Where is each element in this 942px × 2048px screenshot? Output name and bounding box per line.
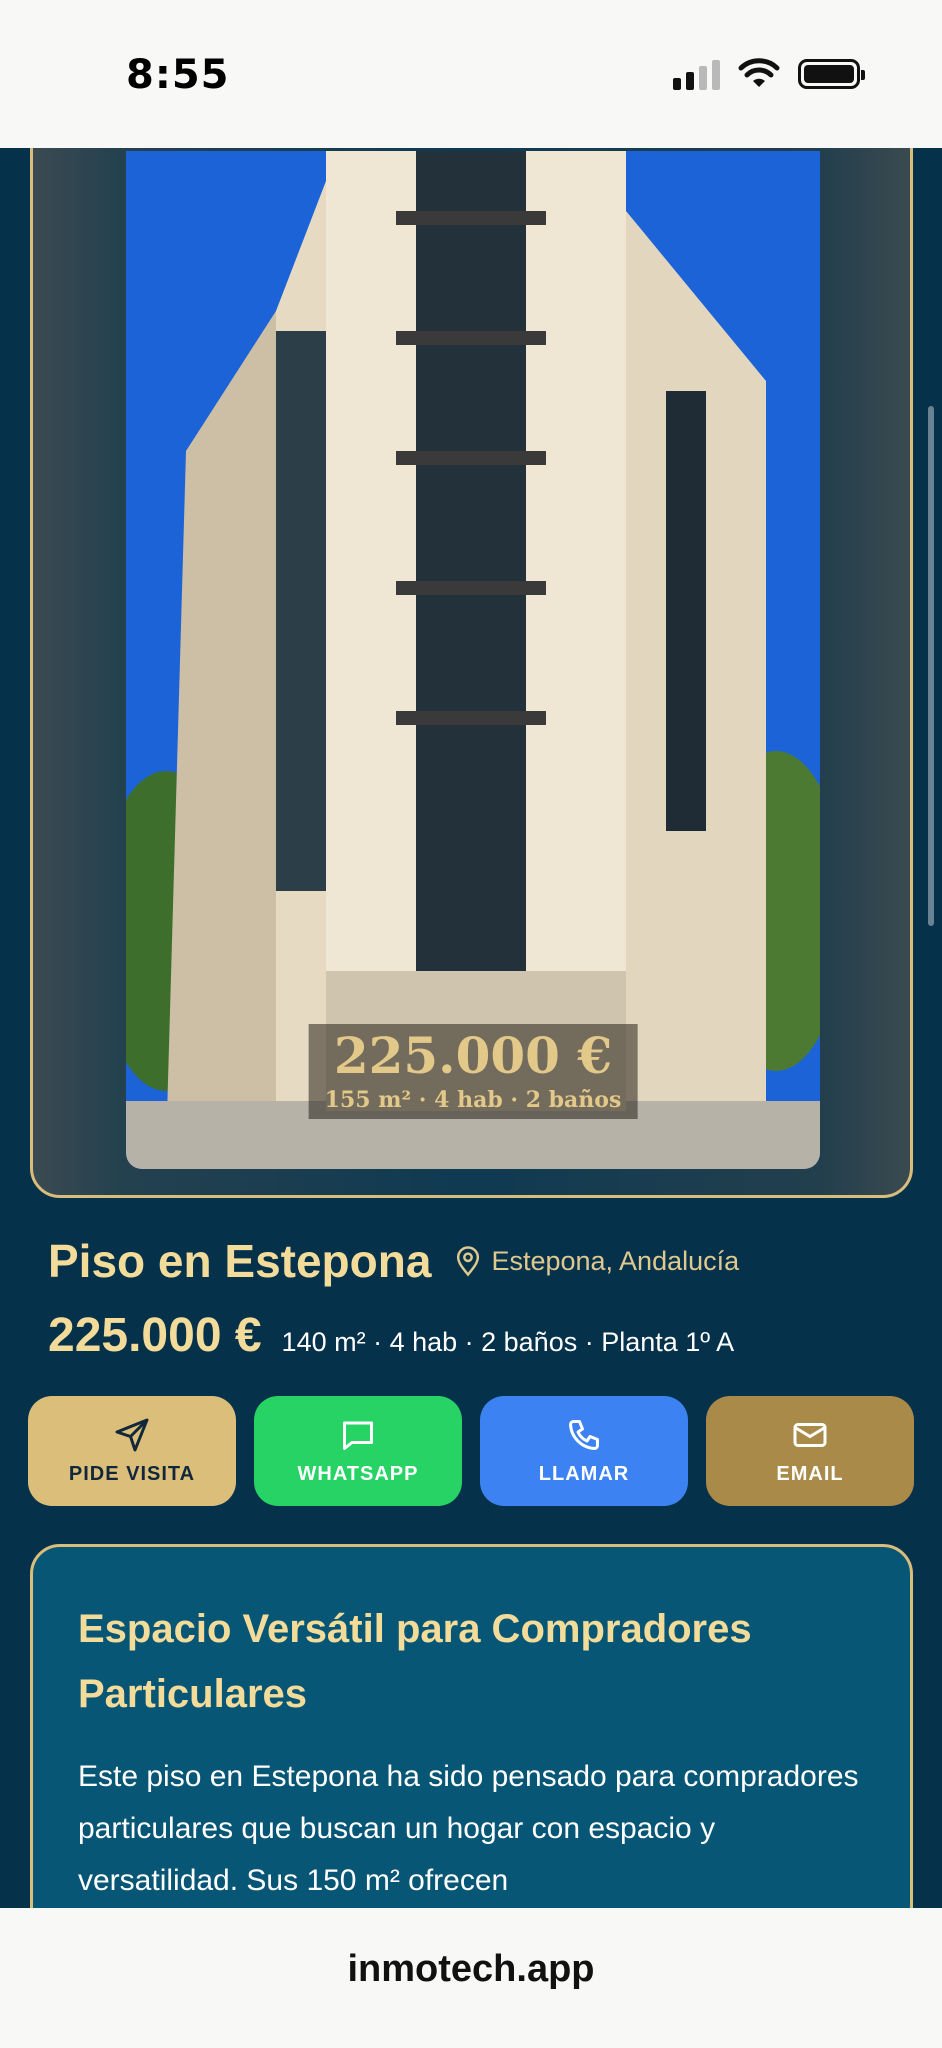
pide-visita-label: PIDE VISITA bbox=[68, 1462, 196, 1485]
battery-icon bbox=[798, 59, 865, 89]
send-icon bbox=[115, 1418, 149, 1451]
pide-visita-button[interactable]: PIDE VISITA bbox=[28, 1396, 236, 1506]
listing-specs: 140 m² · 4 hab · 2 baños · Planta 1º A bbox=[281, 1327, 735, 1357]
description-body: Este piso en Estepona ha sido pensado pa… bbox=[78, 1760, 859, 1897]
listing-location: Estepona, Andalucía bbox=[453, 1245, 739, 1277]
building-illustration bbox=[126, 151, 820, 1169]
email-label: EMAIL bbox=[776, 1462, 844, 1485]
status-time: 8:55 bbox=[126, 52, 230, 98]
cellular-signal-icon bbox=[673, 58, 720, 90]
whatsapp-button[interactable]: WHATSAPP bbox=[254, 1396, 462, 1506]
map-pin-icon bbox=[457, 1246, 480, 1277]
photo-specs: 155 m² · 4 hab · 2 baños bbox=[324, 1087, 622, 1113]
mail-icon bbox=[793, 1422, 827, 1447]
property-photo[interactable]: 225.000 € 155 m² · 4 hab · 2 baños bbox=[126, 151, 820, 1169]
status-bar: 8:55 bbox=[0, 0, 942, 148]
browser-url-bar[interactable]: inmotech.app bbox=[0, 1908, 942, 2048]
whatsapp-label: WHATSAPP bbox=[297, 1462, 419, 1485]
photo-price-overlay: 225.000 € 155 m² · 4 hab · 2 baños bbox=[308, 1024, 638, 1119]
hero-frame: 225.000 € 155 m² · 4 hab · 2 baños bbox=[30, 148, 913, 1198]
title-row: Piso en Estepona Estepona, Andalucía bbox=[48, 1234, 739, 1288]
photo-price: 225.000 € bbox=[333, 1026, 613, 1085]
status-icons bbox=[673, 58, 865, 90]
listing-price: 225.000 € bbox=[48, 1309, 262, 1362]
description-title: Espacio Versátil para Compradores Partic… bbox=[78, 1607, 752, 1716]
action-buttons: PIDE VISITA WHATSAPP LLAMAR EMAIL bbox=[28, 1396, 914, 1506]
description-card: Espacio Versátil para Compradores Partic… bbox=[30, 1544, 913, 1908]
llamar-label: LLAMAR bbox=[538, 1462, 630, 1485]
url-text: inmotech.app bbox=[347, 1948, 595, 1990]
price-row: 225.000 € 140 m² · 4 hab · 2 baños · Pla… bbox=[48, 1308, 734, 1363]
page-content: 225.000 € 155 m² · 4 hab · 2 baños Piso … bbox=[0, 148, 942, 1908]
location-text: Estepona, Andalucía bbox=[491, 1245, 740, 1276]
wifi-icon bbox=[738, 58, 780, 87]
listing-title: Piso en Estepona bbox=[48, 1235, 432, 1287]
email-button[interactable]: EMAIL bbox=[706, 1396, 914, 1506]
llamar-button[interactable]: LLAMAR bbox=[480, 1396, 688, 1506]
chat-icon bbox=[343, 1421, 373, 1450]
phone-icon bbox=[569, 1419, 599, 1450]
scrollbar[interactable] bbox=[928, 406, 934, 926]
